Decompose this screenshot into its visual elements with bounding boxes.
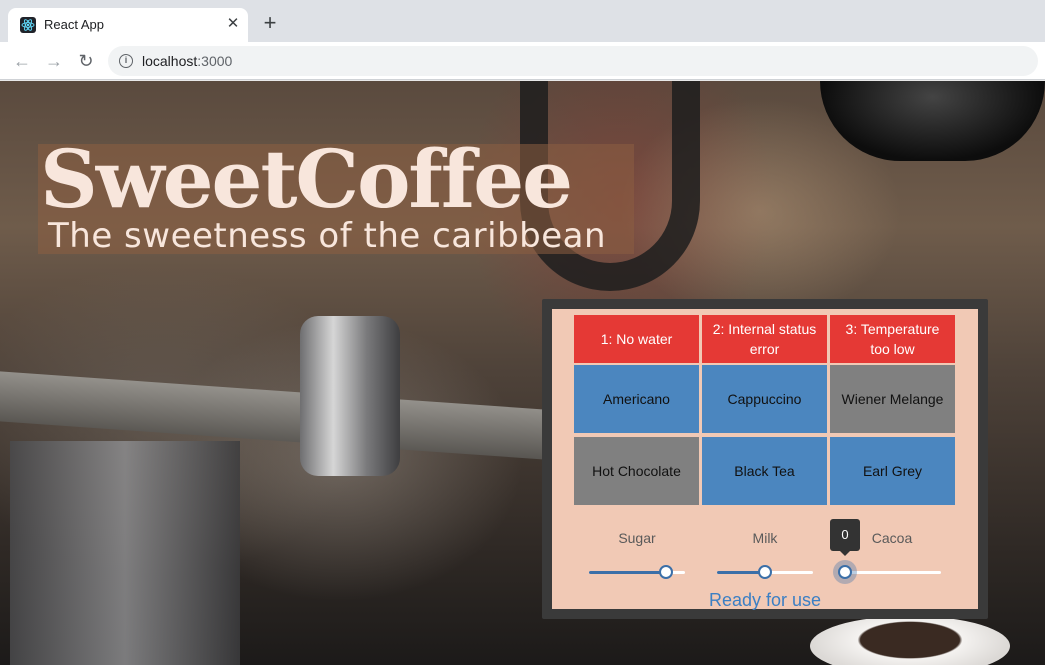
milk-slider[interactable] (717, 565, 813, 579)
info-icon[interactable]: i (119, 54, 133, 68)
slider-value-tooltip: 0 (830, 519, 860, 556)
background-photo-urn (300, 316, 400, 476)
milk-label: Milk (752, 530, 778, 546)
back-arrow-icon[interactable]: ← (11, 50, 33, 72)
slider-fill (589, 571, 666, 574)
error-indicator-internal-status: 2: Internal status error (702, 315, 827, 363)
hero-banner: SweetCoffee The sweetness of the caribbe… (38, 132, 634, 256)
coffee-machine-panel: 1: No water 2: Internal status error 3: … (542, 299, 988, 619)
sugar-label: Sugar (618, 530, 656, 546)
slider-thumb[interactable] (758, 565, 772, 579)
coffee-machine-inner: 1: No water 2: Internal status error 3: … (552, 309, 978, 610)
browser-toolbar: ← → ↻ i localhost:3000 (0, 42, 1045, 80)
status-text: Ready for use (708, 590, 822, 610)
beverage-button-black-tea[interactable]: Black Tea (702, 437, 827, 505)
background-photo-lamp (820, 81, 1045, 161)
url-port: :3000 (197, 53, 233, 69)
react-logo-icon (20, 17, 36, 33)
address-bar[interactable]: i localhost:3000 (108, 46, 1038, 76)
sugar-slider[interactable] (589, 565, 685, 579)
beverage-button-hot-chocolate[interactable]: Hot Chocolate (574, 437, 699, 505)
slider-thumb[interactable] (838, 565, 852, 579)
browser-tab-bar: React App ✕ + (0, 0, 1045, 42)
beverage-button-earl-grey[interactable]: Earl Grey (830, 437, 955, 505)
error-indicator-temperature: 3: Temperature too low (830, 315, 955, 363)
page-content: SweetCoffee The sweetness of the caribbe… (0, 81, 1045, 665)
page-title: SweetCoffee (40, 132, 573, 226)
beverage-button-cappuccino[interactable]: Cappuccino (702, 365, 827, 433)
background-photo-cabinet (10, 441, 240, 665)
slider-track[interactable] (845, 571, 941, 574)
background-photo-cup (810, 616, 1010, 665)
slider-thumb[interactable] (659, 565, 673, 579)
beverage-button-wiener-melange[interactable]: Wiener Melange (830, 365, 955, 433)
beverage-button-americano[interactable]: Americano (574, 365, 699, 433)
error-indicator-no-water: 1: No water (574, 315, 699, 363)
page-subtitle: The sweetness of the caribbean (48, 216, 607, 256)
url-text: localhost:3000 (142, 53, 232, 69)
close-icon[interactable]: ✕ (224, 15, 242, 33)
browser-tab[interactable]: React App ✕ (8, 8, 248, 42)
cacoa-slider[interactable]: 0 (830, 519, 941, 579)
forward-arrow-icon[interactable]: → (43, 50, 65, 72)
new-tab-button[interactable]: + (259, 12, 281, 34)
tab-title: React App (44, 17, 104, 32)
url-host: localhost (142, 53, 198, 69)
reload-icon[interactable]: ↻ (75, 50, 97, 72)
